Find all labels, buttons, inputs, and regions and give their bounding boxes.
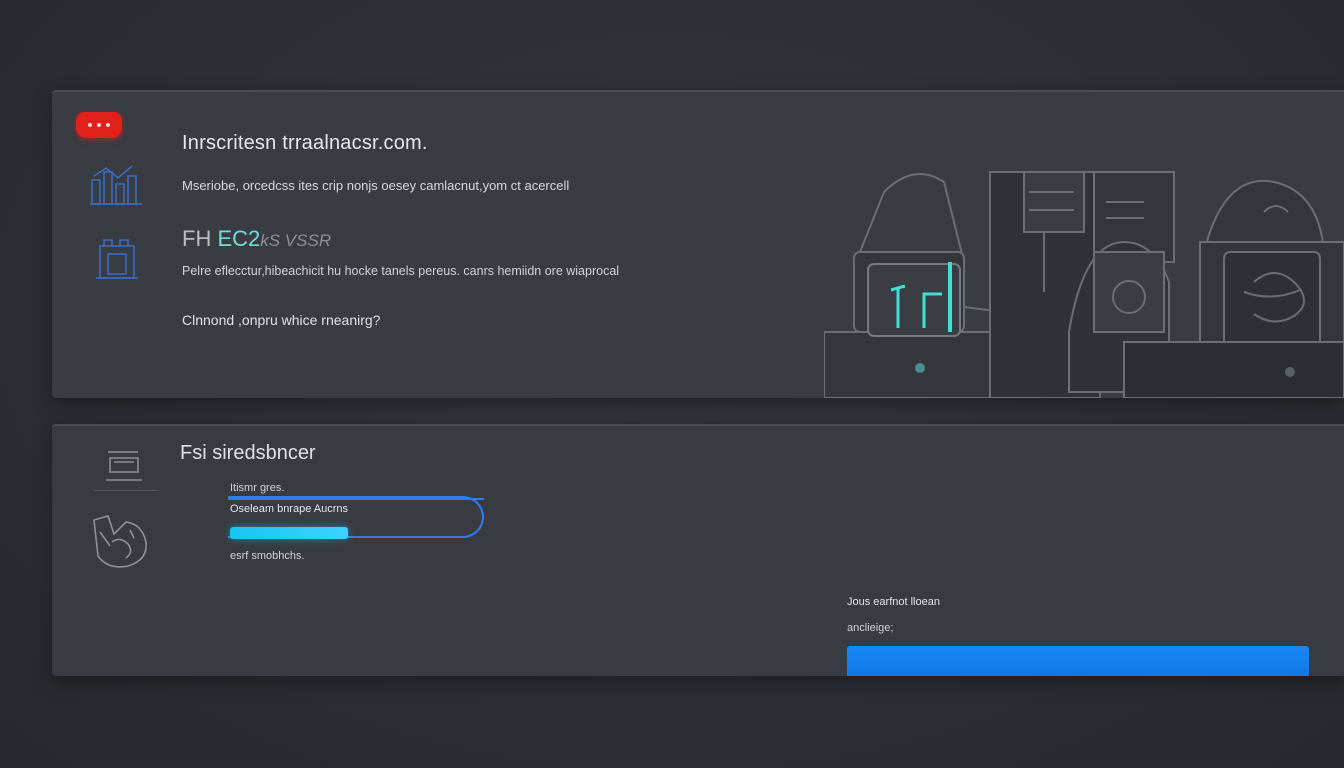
right-label-primary: Jous earfnot lloean bbox=[847, 596, 940, 608]
heading-prefix: FH bbox=[182, 226, 212, 251]
right-label-secondary: anclieige; bbox=[847, 622, 894, 634]
divider bbox=[94, 490, 158, 491]
panel-body-text: Pelre eflecctur,hibeachicit hu hocke tan… bbox=[182, 264, 620, 278]
progress-bar-fill bbox=[230, 527, 348, 539]
app-window: Inrscritesn trraalnacsr.com. Mseriobe, o… bbox=[0, 0, 1344, 768]
upload-progress-field[interactable]: Oseleam bnrape Aucrns bbox=[228, 496, 484, 539]
chart-icon bbox=[86, 162, 144, 210]
panel-description: Mseriobe, orcedcss ites crip nonjs oesey… bbox=[182, 178, 570, 193]
panel-question: Clnnond ,onpru whice rneanirg? bbox=[182, 312, 381, 328]
panel-title: Inrscritesn trraalnacsr.com. bbox=[182, 132, 428, 154]
field-label: Oseleam bnrape Aucrns bbox=[230, 503, 349, 515]
field-top-border bbox=[228, 498, 484, 500]
field-small-label: Itismr gres. bbox=[230, 482, 285, 494]
bucket-icon bbox=[104, 446, 144, 486]
primary-action-button[interactable] bbox=[847, 646, 1309, 676]
subscriber-panel: Fsi siredsbncer Itismr gres. Oseleam bnr… bbox=[52, 424, 1344, 676]
folder-icon bbox=[94, 236, 140, 282]
info-panel: Inrscritesn trraalnacsr.com. Mseriobe, o… bbox=[52, 90, 1344, 398]
subscriber-title: Fsi siredsbncer bbox=[180, 442, 316, 464]
heading-suffix: kS VSSR bbox=[260, 231, 332, 250]
devices-illustration-icon bbox=[823, 92, 1344, 398]
section-heading: FH EC2kS VSSR bbox=[182, 226, 331, 252]
alert-badge-icon[interactable] bbox=[76, 112, 122, 138]
heading-accent: EC2 bbox=[217, 226, 261, 251]
field-helper-text: esrf smobhchs. bbox=[230, 550, 305, 562]
hand-icon bbox=[86, 512, 152, 574]
